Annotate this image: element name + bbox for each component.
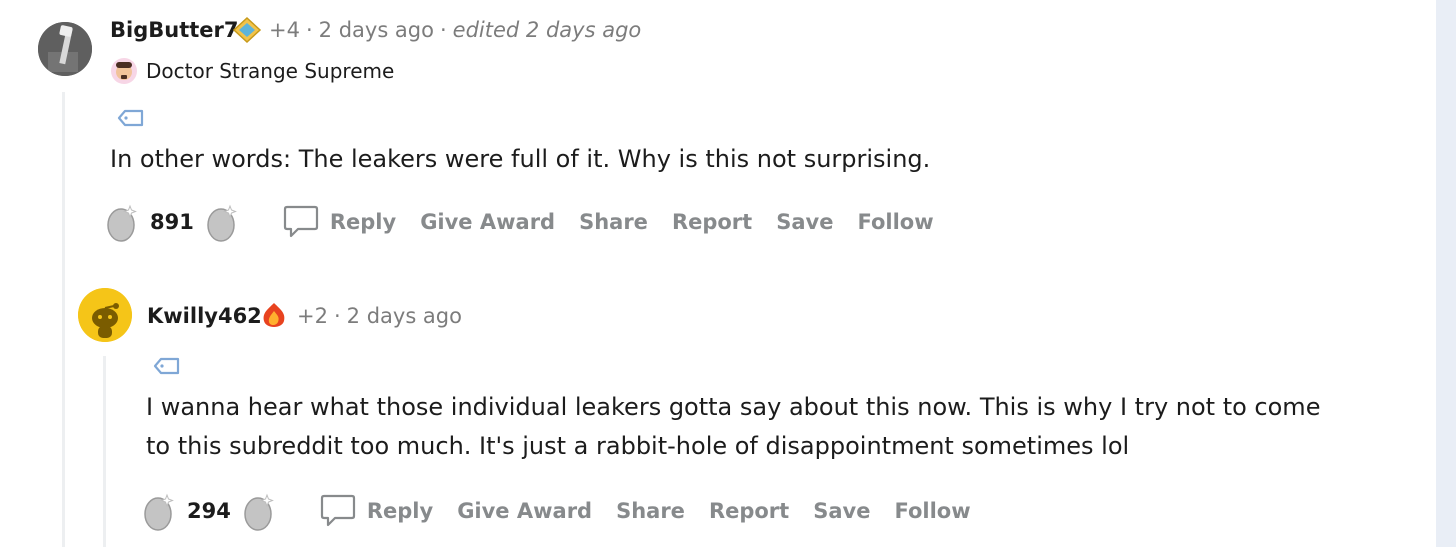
reply-label: Reply xyxy=(366,499,434,523)
vote-score: 294 xyxy=(187,499,231,523)
doctor-strange-flair-icon xyxy=(111,58,137,84)
comment-meta: +2 · 2 days ago xyxy=(297,304,462,328)
award-icon[interactable] xyxy=(232,16,262,44)
save-button[interactable]: Save xyxy=(776,210,833,234)
comment-actions: 294 Reply Give Award Share Report Save F… xyxy=(143,489,995,533)
reply-button[interactable]: Reply xyxy=(319,492,433,530)
guitar-avatar-icon xyxy=(38,22,92,76)
reply-label: Reply xyxy=(329,210,397,234)
user-flair: Doctor Strange Supreme xyxy=(110,57,394,85)
user-avatar[interactable] xyxy=(78,288,132,342)
comment-body: In other words: The leakers were full of… xyxy=(110,145,931,173)
tag-icon[interactable] xyxy=(153,357,181,375)
share-button[interactable]: Share xyxy=(616,499,685,523)
thread-line-2[interactable] xyxy=(103,356,106,547)
thread-line-1[interactable] xyxy=(62,92,65,547)
upvote-icon[interactable] xyxy=(143,491,175,531)
downvote-icon[interactable] xyxy=(243,491,275,531)
timestamp[interactable]: 2 days ago xyxy=(347,304,462,328)
follow-button[interactable]: Follow xyxy=(857,210,933,234)
karma-count: +4 xyxy=(269,18,300,42)
follow-button[interactable]: Follow xyxy=(894,499,970,523)
username[interactable]: Kwilly462 xyxy=(147,304,262,328)
upvote-icon[interactable] xyxy=(106,202,138,242)
flair-text: Doctor Strange Supreme xyxy=(146,59,395,83)
comment-bubble-icon xyxy=(320,494,355,527)
save-button[interactable]: Save xyxy=(813,499,870,523)
comment-bubble-icon xyxy=(283,205,318,238)
user-avatar[interactable] xyxy=(38,22,92,76)
report-button[interactable]: Report xyxy=(672,210,752,234)
vote-score: 891 xyxy=(150,210,194,234)
reply-button[interactable]: Reply xyxy=(282,203,396,241)
snoo-avatar-icon xyxy=(78,288,132,342)
tag-icon[interactable] xyxy=(117,109,145,127)
comment-actions: 891 Reply Give Award Share Report Save F… xyxy=(106,200,958,244)
share-button[interactable]: Share xyxy=(579,210,648,234)
edited-label: edited 2 days ago xyxy=(452,18,642,42)
comment-meta: +4 · 2 days ago · edited 2 days ago xyxy=(269,18,642,42)
give-award-button[interactable]: Give Award xyxy=(457,499,592,523)
award-icon[interactable] xyxy=(260,301,288,333)
timestamp[interactable]: 2 days ago xyxy=(319,18,434,42)
give-award-button[interactable]: Give Award xyxy=(420,210,555,234)
karma-count: +2 xyxy=(297,304,328,328)
username[interactable]: BigButter7 xyxy=(110,18,238,42)
page-background-strip xyxy=(1436,0,1456,547)
downvote-icon[interactable] xyxy=(206,202,238,242)
comment-body: I wanna hear what those individual leake… xyxy=(146,393,1321,460)
comment-thread: BigButter7 +4 · 2 days ago · edited 2 days a… xyxy=(0,0,1436,547)
report-button[interactable]: Report xyxy=(709,499,789,523)
